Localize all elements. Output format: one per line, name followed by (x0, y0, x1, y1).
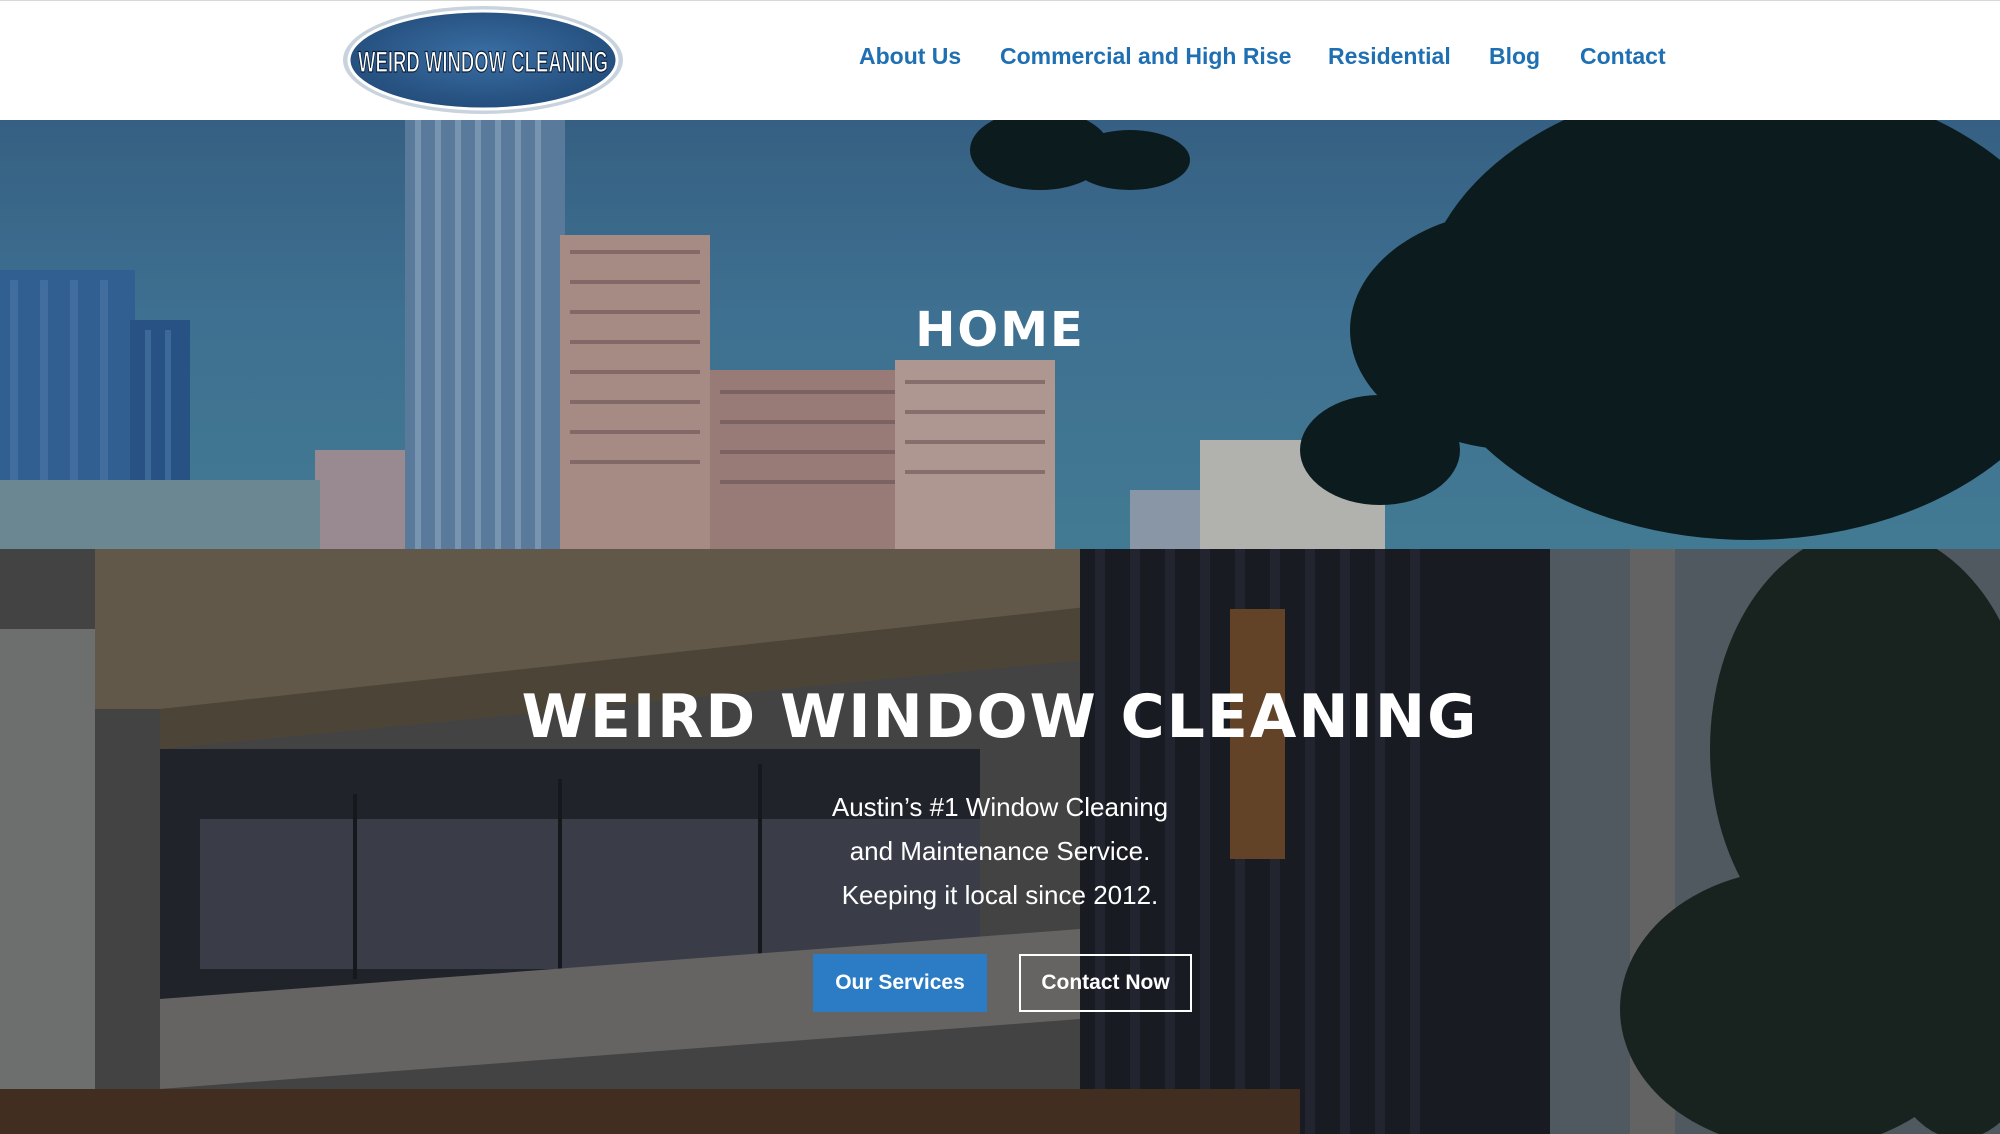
hero-tagline-line: and Maintenance Service. (849, 836, 1151, 866)
nav-contact[interactable]: Contact (1580, 40, 1666, 72)
site-header: WEIRD WINDOW CLEANING About Us Commercia… (0, 0, 2000, 120)
page-title: HOME (915, 302, 1085, 358)
nav-blog[interactable]: Blog (1489, 40, 1540, 72)
page-banner: HOME (0, 120, 2000, 549)
hero-title: WEIRD WINDOW CLEANING (521, 682, 1479, 752)
hero-tagline-line: Austin’s #1 Window Cleaning (831, 792, 1169, 822)
hero-tagline-line: Keeping it local since 2012. (841, 880, 1159, 910)
hero-tagline: Austin’s #1 Window Cleaning and Maintena… (0, 785, 2000, 917)
nav-about-us[interactable]: About Us (859, 40, 961, 72)
nav-commercial-high-rise[interactable]: Commercial and High Rise (1000, 40, 1291, 72)
hero-section: WEIRD WINDOW CLEANING Austin’s #1 Window… (0, 549, 2000, 1134)
contact-now-button[interactable]: Contact Now (1019, 954, 1192, 1012)
main-nav: About Us Commercial and High Rise Reside… (0, 40, 2000, 72)
our-services-button[interactable]: Our Services (813, 954, 987, 1012)
nav-residential[interactable]: Residential (1328, 40, 1451, 72)
